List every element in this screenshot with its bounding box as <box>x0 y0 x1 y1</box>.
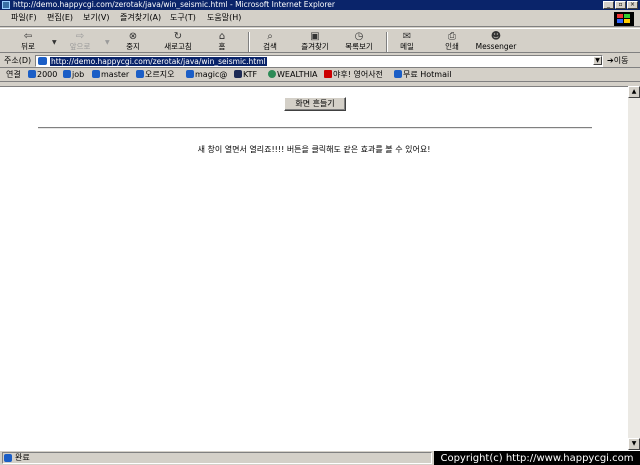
link-wealthia[interactable]: WEALTHIA <box>268 69 318 81</box>
page-message: 새 창이 열면서 열리죠!!!! 버튼을 클릭해도 같은 효과를 볼 수 있어요… <box>197 145 431 154</box>
links-bar: 연결 2000 job master 오르지오 magic@ KTF WEALT… <box>0 68 640 82</box>
history-icon: ◷ <box>354 31 364 42</box>
mail-button[interactable]: ✉ 메일 <box>384 31 430 53</box>
status-bar: 완료 Copyright(c) http://www.happycgi.com <box>0 450 640 465</box>
scroll-up-icon[interactable]: ▲ <box>628 86 640 98</box>
yahoo-logo-icon <box>324 70 332 78</box>
links-label: 연결 <box>6 70 21 79</box>
link-hotmail[interactable]: 무료 Hotmail <box>394 69 451 81</box>
link-job[interactable]: job <box>63 69 84 81</box>
menu-file[interactable]: 파일(F) <box>11 13 37 23</box>
refresh-button[interactable]: ↻ 새로고침 <box>155 31 201 53</box>
address-label: 주소(D) <box>4 56 32 65</box>
page-icon <box>394 70 402 78</box>
page-icon <box>136 70 144 78</box>
back-arrow-icon: ⇦ <box>23 31 33 42</box>
messenger-button[interactable]: ☻ Messenger <box>473 31 519 53</box>
status-panel: 완료 <box>2 452 432 464</box>
home-button[interactable]: ⌂ 홈 <box>199 31 245 53</box>
page-icon <box>28 70 36 78</box>
stop-button[interactable]: ⊗ 중지 <box>110 31 156 53</box>
link-yahoo-dictionary[interactable]: 야후! 영어사전 <box>324 69 383 81</box>
window-title: http://demo.happycgi.com/zerotak/java/wi… <box>13 0 336 9</box>
back-button[interactable]: ⇦ 뒤로 <box>5 31 51 53</box>
standard-toolbar: ⇦ 뒤로 ▼ ⇨ 앞으로 ▼ ⊗ 중지 ↻ 새로고침 ⌂ 홈 ⌕ 검색 ▣ 즐겨… <box>0 28 640 53</box>
page-icon <box>4 454 12 462</box>
ktf-logo-icon <box>234 70 242 78</box>
close-button[interactable]: × <box>627 1 638 9</box>
page-icon <box>186 70 194 78</box>
copyright-watermark: Copyright(c) http://www.happycgi.com <box>434 451 640 465</box>
address-bar: 주소(D) http://demo.happycgi.com/zerotak/j… <box>0 54 640 68</box>
menu-view[interactable]: 보기(V) <box>83 13 109 23</box>
address-input[interactable]: http://demo.happycgi.com/zerotak/java/wi… <box>35 55 603 67</box>
go-button[interactable]: ➔이동 <box>607 55 628 67</box>
back-dropdown-icon[interactable]: ▼ <box>52 39 57 46</box>
page-icon <box>38 57 47 65</box>
menu-help[interactable]: 도움말(H) <box>207 13 241 23</box>
favorites-button[interactable]: ▣ 즐겨찾기 <box>292 31 338 53</box>
search-button[interactable]: ⌕ 검색 <box>247 31 293 53</box>
print-button[interactable]: ⎙ 인쇄 <box>429 31 475 53</box>
vertical-scrollbar[interactable]: ▲ ▼ <box>628 86 640 450</box>
link-2000[interactable]: 2000 <box>28 69 57 81</box>
scroll-down-icon[interactable]: ▼ <box>628 438 640 450</box>
menu-favorites[interactable]: 즐겨찾기(A) <box>120 13 161 23</box>
link-ktf[interactable]: KTF <box>234 69 257 81</box>
menu-bar: 파일(F) 편집(E) 보기(V) 즐겨찾기(A) 도구(T) 도움말(H) <box>0 10 640 27</box>
forward-dropdown-icon[interactable]: ▼ <box>105 39 110 46</box>
menu-edit[interactable]: 편집(E) <box>47 13 73 23</box>
title-bar: http://demo.happycgi.com/zerotak/java/wi… <box>0 0 640 10</box>
page-icon <box>63 70 71 78</box>
search-icon: ⌕ <box>267 31 273 42</box>
maximize-button[interactable]: ▫ <box>615 1 626 9</box>
link-magic[interactable]: magic@ <box>186 69 227 81</box>
address-url[interactable]: http://demo.happycgi.com/zerotak/java/wi… <box>50 57 267 66</box>
status-text: 완료 <box>15 453 30 462</box>
page-icon <box>92 70 100 78</box>
forward-button[interactable]: ⇨ 앞으로 <box>57 31 103 53</box>
messenger-icon: ☻ <box>490 31 502 42</box>
menu-tools[interactable]: 도구(T) <box>170 13 196 23</box>
refresh-icon: ↻ <box>173 31 183 42</box>
wealthia-logo-icon <box>268 70 276 78</box>
window-controls: _ ▫ × <box>603 1 638 9</box>
home-icon: ⌂ <box>218 31 226 42</box>
go-arrow-icon: ➔ <box>607 56 614 65</box>
minimize-button[interactable]: _ <box>603 1 614 9</box>
windows-logo-icon <box>614 12 634 26</box>
history-button[interactable]: ◷ 목록보기 <box>336 31 382 53</box>
link-master[interactable]: master <box>92 69 129 81</box>
favorites-folder-icon: ▣ <box>310 31 320 42</box>
shake-screen-button[interactable]: 화면 흔들기 <box>284 97 346 111</box>
ie-icon <box>2 1 10 9</box>
printer-icon: ⎙ <box>448 31 456 42</box>
horizontal-rule <box>38 127 592 129</box>
page-content: 화면 흔들기 새 창이 열면서 열리죠!!!! 버튼을 클릭해도 같은 효과를 … <box>0 86 628 450</box>
stop-icon: ⊗ <box>128 31 138 42</box>
mail-icon: ✉ <box>402 31 412 42</box>
forward-arrow-icon: ⇨ <box>75 31 85 42</box>
link-orzio[interactable]: 오르지오 <box>136 69 174 81</box>
address-dropdown-icon[interactable]: ▼ <box>593 56 602 65</box>
